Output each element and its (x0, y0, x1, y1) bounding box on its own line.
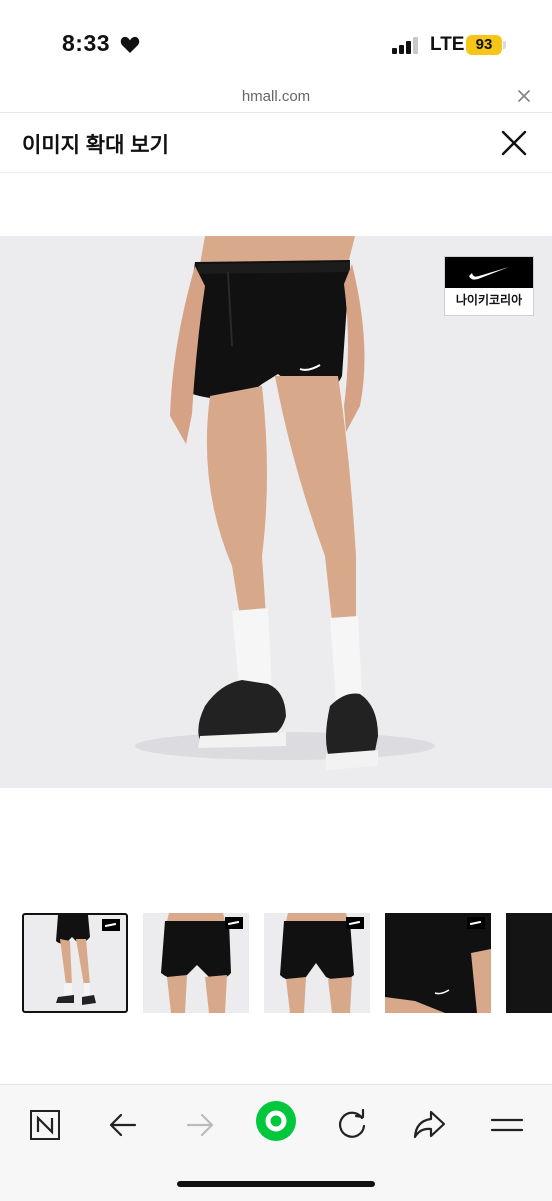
battery-tip (503, 41, 506, 49)
product-image-large[interactable]: 나이키코리아 (0, 236, 552, 788)
heart-icon (120, 36, 140, 53)
status-time: 8:33 (62, 30, 111, 56)
swoosh-icon (225, 917, 243, 929)
url-text[interactable]: hmall.com (0, 88, 552, 105)
close-icon[interactable] (498, 127, 530, 159)
swoosh-icon (467, 917, 485, 929)
url-bar[interactable]: hmall.com (0, 84, 552, 113)
refresh-icon[interactable] (330, 1103, 374, 1147)
swoosh-icon (346, 917, 364, 929)
thumbnail-5[interactable] (506, 913, 552, 1013)
page-title: 이미지 확대 보기 (22, 134, 169, 157)
naver-n-icon[interactable] (23, 1103, 67, 1147)
home-indicator (177, 1181, 375, 1187)
brand-badge: 나이키코리아 (444, 256, 534, 316)
thumbnail-4[interactable] (385, 913, 491, 1013)
swoosh-icon (102, 919, 120, 931)
thumbnail-3[interactable] (264, 913, 370, 1013)
menu-icon[interactable] (485, 1103, 529, 1147)
close-tab-icon[interactable] (516, 88, 532, 104)
status-bar: 8:33 LTE 93 (0, 0, 552, 84)
network-type: LTE (430, 34, 465, 55)
thumbnail-strip[interactable] (0, 910, 552, 1016)
browser-toolbar (0, 1084, 552, 1201)
thumbnail-2[interactable] (143, 913, 249, 1013)
swoosh-logo (445, 257, 533, 288)
forward-arrow-icon[interactable] (178, 1103, 222, 1147)
share-icon[interactable] (407, 1103, 451, 1147)
thumbnail-photo (506, 913, 552, 1013)
battery-level: 93 (475, 36, 493, 53)
thumbnail-1[interactable] (22, 913, 128, 1013)
green-home-icon[interactable] (254, 1099, 298, 1143)
battery-icon: 93 (466, 35, 502, 55)
back-arrow-icon[interactable] (101, 1103, 145, 1147)
brand-badge-label: 나이키코리아 (455, 293, 523, 307)
product-photo (135, 236, 435, 770)
signal-icon (392, 36, 420, 54)
page-header: 이미지 확대 보기 (0, 113, 552, 173)
